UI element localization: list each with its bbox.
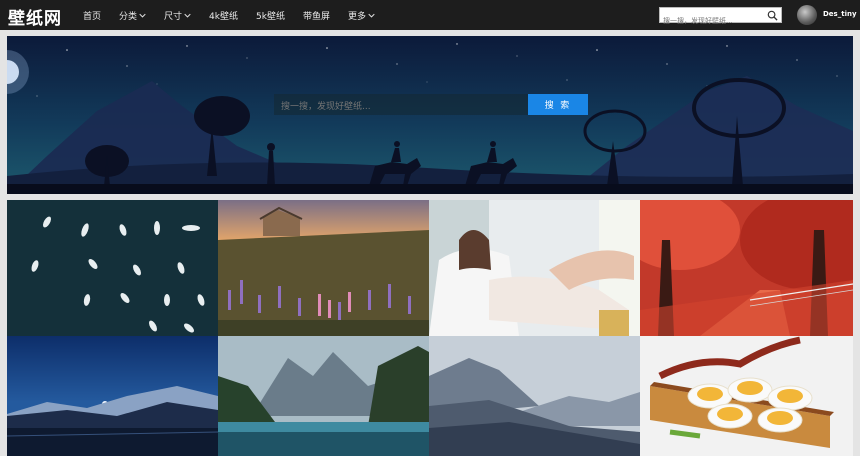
nav-item-size[interactable]: 尺寸 — [164, 9, 191, 22]
alpine-lake-thumbnail — [218, 336, 429, 456]
username[interactable]: Des_tiny — [823, 10, 857, 18]
portrait-thumbnail — [429, 200, 640, 336]
nav-item-home[interactable]: 首页 — [83, 9, 101, 22]
wallpaper-tile-autumn[interactable] — [640, 200, 853, 336]
search-icon[interactable] — [767, 10, 778, 21]
avatar[interactable] — [797, 5, 817, 25]
chevron-down-icon — [368, 13, 375, 18]
misty-mountains-thumbnail — [429, 336, 640, 456]
nav-item-label: 尺寸 — [164, 11, 183, 22]
site-logo[interactable]: 壁纸网 — [8, 4, 62, 29]
toast-thumbnail — [640, 336, 853, 456]
nav-item-label: 分类 — [119, 11, 138, 22]
wallpaper-tile-toast[interactable] — [640, 336, 853, 456]
wallpaper-tile-night-lake[interactable] — [7, 336, 218, 456]
wallpaper-tile-alpine-lake[interactable] — [218, 336, 429, 456]
wallpaper-tile-misty-mountains[interactable] — [429, 336, 640, 456]
nav-item-label: 首页 — [83, 11, 102, 22]
wallpaper-grid — [7, 200, 853, 456]
header-search-box — [659, 7, 782, 28]
nav-item-label: 带鱼屏 — [302, 11, 330, 22]
banner-search-button[interactable]: 搜 索 — [528, 94, 588, 115]
top-nav-bar: 壁纸网 首页 分类 尺寸 4k壁纸 5k壁纸 带鱼屏 更多 Des_tiny — [0, 0, 860, 30]
boats-thumbnail — [7, 200, 218, 336]
nav-item-label: 更多 — [347, 11, 366, 22]
nav-item-5k[interactable]: 5k壁纸 — [256, 9, 285, 22]
wallpaper-tile-lupines[interactable] — [218, 200, 429, 336]
nav-item-label: 5k壁纸 — [256, 11, 285, 22]
wallpaper-tile-boats[interactable] — [7, 200, 218, 336]
night-lake-thumbnail — [7, 336, 218, 456]
nav-item-more[interactable]: 更多 — [348, 9, 375, 22]
banner-search-input[interactable] — [274, 96, 524, 118]
main-nav: 首页 分类 尺寸 4k壁纸 5k壁纸 带鱼屏 更多 — [83, 0, 393, 30]
hero-banner: 搜 索 — [7, 36, 853, 194]
header-search-input[interactable] — [660, 14, 764, 28]
nav-item-category[interactable]: 分类 — [119, 9, 146, 22]
autumn-thumbnail — [640, 200, 853, 336]
nav-item-4k[interactable]: 4k壁纸 — [209, 9, 238, 22]
nav-item-ultrawide[interactable]: 带鱼屏 — [303, 9, 330, 22]
banner-search-box — [274, 94, 528, 118]
lupines-thumbnail — [218, 200, 429, 336]
wallpaper-tile-portrait[interactable] — [429, 200, 640, 336]
chevron-down-icon — [139, 13, 146, 18]
nav-item-label: 4k壁纸 — [209, 11, 238, 22]
chevron-down-icon — [184, 13, 191, 18]
